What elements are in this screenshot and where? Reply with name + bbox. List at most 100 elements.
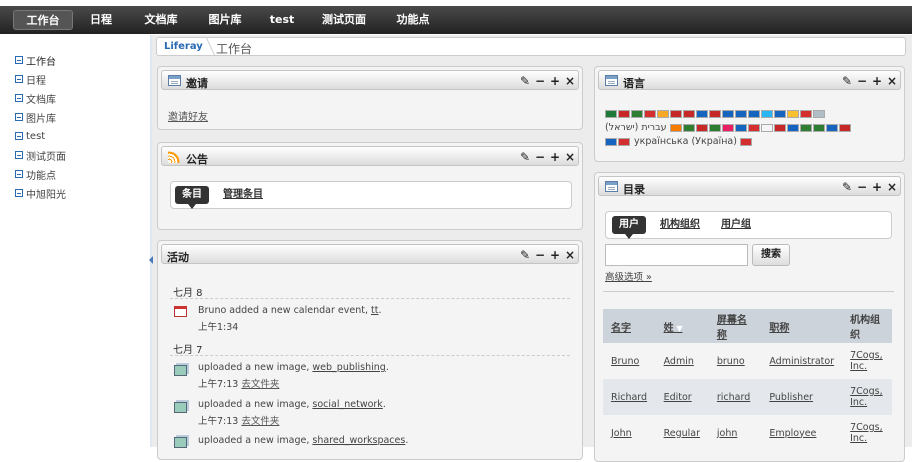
table-row[interactable]: Richard Editor richard Publisher 7Cogs, …	[603, 379, 892, 415]
cell-job-title[interactable]: Administrator	[761, 343, 843, 379]
sidebar-item-features[interactable]: 功能点	[15, 166, 56, 182]
language-flag-icon[interactable]	[825, 123, 838, 132]
language-flag-icon[interactable]	[734, 123, 747, 132]
language-flag-icon[interactable]	[722, 110, 734, 118]
language-flag-icon[interactable]	[812, 123, 825, 132]
minimize-icon[interactable]: −	[857, 74, 867, 88]
minimize-icon[interactable]: −	[535, 74, 545, 88]
portlet-header[interactable]: 目录 ✎ − + ×	[598, 176, 901, 196]
language-flag-icon[interactable]	[683, 110, 695, 118]
activity-link[interactable]: web_publishing	[312, 362, 385, 373]
minimize-icon[interactable]: −	[535, 150, 545, 164]
language-flag-icon[interactable]	[800, 110, 812, 118]
language-flag-icon[interactable]	[696, 110, 708, 118]
tab-user-groups[interactable]: 用户组	[721, 216, 751, 234]
language-flag-icon[interactable]	[721, 123, 734, 132]
close-icon[interactable]: ×	[565, 150, 575, 164]
cell-first-name[interactable]: Richard	[603, 379, 656, 415]
portlet-header[interactable]: 活动 ✎ − + ×	[161, 244, 579, 264]
close-icon[interactable]: ×	[565, 74, 575, 88]
portlet-header[interactable]: 邀请 ✎ − + ×	[161, 70, 579, 90]
nav-item-calendar[interactable]: 日程	[80, 10, 122, 30]
collapse-sidebar-arrow-icon[interactable]	[149, 256, 153, 264]
nav-item-features[interactable]: 功能点	[388, 10, 438, 30]
cell-screen-name[interactable]: john	[708, 415, 762, 451]
language-flag-icon[interactable]	[773, 123, 786, 132]
language-flag-icon[interactable]	[695, 123, 708, 132]
maximize-icon[interactable]: +	[550, 74, 560, 88]
language-flag-icon[interactable]	[682, 123, 695, 132]
column-organization[interactable]: 机构组织	[842, 309, 892, 343]
cell-last-name[interactable]: Editor	[655, 379, 709, 415]
language-flag-icon[interactable]	[838, 123, 851, 132]
language-flag-icon[interactable]	[774, 110, 786, 118]
table-row[interactable]: Bruno Admin bruno Administrator 7Cogs, I…	[603, 343, 892, 379]
portlet-header[interactable]: 公告 ✎ − + ×	[161, 146, 579, 166]
search-button[interactable]: 搜索	[752, 244, 790, 266]
language-flag-icon[interactable]	[669, 123, 682, 132]
cell-last-name[interactable]: Admin	[655, 343, 709, 379]
table-row[interactable]: John Regular john Employee 7Cogs, Inc.	[603, 415, 892, 451]
cell-screen-name[interactable]: bruno	[708, 343, 762, 379]
language-flag-icon[interactable]	[657, 110, 669, 118]
sidebar-item-documents[interactable]: 文档库	[15, 90, 56, 106]
language-flag-icon[interactable]	[813, 110, 825, 118]
sidebar-item-test[interactable]: test	[15, 128, 45, 144]
language-flag-icon[interactable]	[748, 110, 760, 118]
go-to-folder-link[interactable]: 去文件夹	[241, 379, 279, 390]
configure-wrench-icon[interactable]: ✎	[842, 180, 852, 194]
cell-job-title[interactable]: Publisher	[761, 379, 843, 415]
configure-wrench-icon[interactable]: ✎	[520, 248, 530, 262]
language-flag-icon[interactable]	[605, 110, 617, 118]
language-flag-icon[interactable]	[761, 110, 773, 118]
nav-item-images[interactable]: 图片库	[200, 10, 250, 30]
advanced-options-link[interactable]: 高级选项 »	[605, 269, 652, 283]
language-flag-icon[interactable]	[799, 123, 812, 132]
cell-organization[interactable]: 7Cogs, Inc.	[842, 415, 892, 451]
minimize-icon[interactable]: −	[857, 180, 867, 194]
maximize-icon[interactable]: +	[872, 74, 882, 88]
language-flag-icon[interactable]	[670, 110, 682, 118]
sidebar-divider[interactable]	[150, 35, 152, 447]
language-flag-icon[interactable]	[735, 110, 747, 118]
language-flag-icon[interactable]	[709, 110, 721, 118]
sidebar-item-dashboard[interactable]: 工作台	[15, 52, 56, 68]
flag-vietnamese-icon[interactable]	[739, 137, 752, 146]
close-icon[interactable]: ×	[887, 180, 897, 194]
column-job-title[interactable]: 职称	[761, 309, 843, 343]
cell-screen-name[interactable]: richard	[708, 379, 762, 415]
language-flag-icon[interactable]	[631, 110, 643, 118]
column-last-name[interactable]: 姓 ▼	[655, 309, 709, 343]
tab-organizations[interactable]: 机构组织	[660, 216, 700, 234]
sidebar-item-zhongxu[interactable]: 中旭阳光	[15, 185, 66, 201]
language-hebrew-link[interactable]: עברית (ישראל)	[605, 122, 667, 133]
language-flag-icon[interactable]	[747, 123, 760, 132]
language-flag-icon[interactable]	[786, 123, 799, 132]
close-icon[interactable]: ×	[887, 74, 897, 88]
search-input[interactable]	[605, 244, 748, 266]
go-to-folder-link[interactable]: 去文件夹	[241, 416, 279, 427]
configure-wrench-icon[interactable]: ✎	[520, 74, 530, 88]
activity-link[interactable]: social_network	[312, 399, 382, 410]
language-flag-icon[interactable]	[787, 110, 799, 118]
language-flag-icon[interactable]	[618, 110, 630, 118]
tab-entries[interactable]: 条目	[175, 186, 209, 209]
portlet-header[interactable]: 语言 ✎ − + ×	[598, 70, 901, 90]
cell-organization[interactable]: 7Cogs, Inc.	[842, 379, 892, 415]
nav-item-test-page[interactable]: 测试页面	[314, 10, 374, 30]
tab-users[interactable]: 用户	[612, 216, 646, 239]
tab-manage-entries[interactable]: 管理条目	[223, 186, 263, 204]
minimize-icon[interactable]: −	[535, 248, 545, 262]
nav-item-documents[interactable]: 文档库	[136, 10, 186, 30]
configure-wrench-icon[interactable]: ✎	[520, 150, 530, 164]
language-ukrainian-link[interactable]: українська (Україна)	[634, 136, 737, 147]
sidebar-item-images[interactable]: 图片库	[15, 109, 56, 125]
activity-link[interactable]: shared_workspaces	[312, 435, 405, 446]
close-icon[interactable]: ×	[565, 248, 575, 262]
cell-last-name[interactable]: Regular	[655, 415, 709, 451]
language-flag-icon[interactable]	[760, 123, 773, 132]
flag-turkish-icon[interactable]	[618, 137, 630, 146]
cell-organization[interactable]: 7Cogs, Inc.	[842, 343, 892, 379]
cell-job-title[interactable]: Employee	[761, 415, 843, 451]
nav-item-test[interactable]: test	[264, 10, 300, 30]
